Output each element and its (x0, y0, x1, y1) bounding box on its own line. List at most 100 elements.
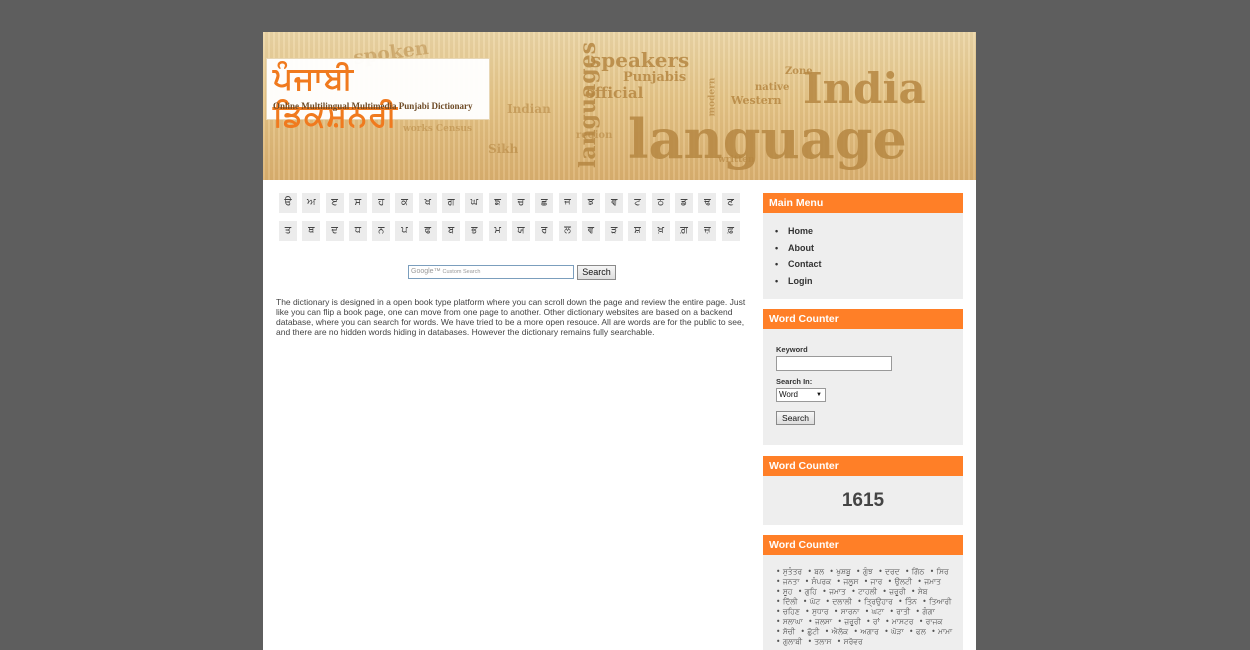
word-link[interactable]: • ਸਰੋਵਰ (837, 637, 863, 646)
alphabet-letter[interactable]: ਤ (279, 221, 297, 241)
alphabet-letter[interactable]: ਫ (418, 221, 437, 241)
word-link[interactable]: • ਘੋੜਾ (884, 627, 903, 636)
word-link[interactable]: • ਗਿੱਠ (905, 567, 924, 576)
word-link[interactable]: • ਛੁੱਟੀ (801, 627, 820, 636)
word-link[interactable]: • ਤਿਆਰੀ (922, 597, 951, 606)
word-link[interactable]: • ਸਾਰਨਾ (834, 607, 859, 616)
alphabet-letter[interactable]: ਅ (302, 193, 321, 213)
word-link[interactable]: • ਗੁਲਾਬੀ (776, 637, 802, 646)
word-link[interactable]: • ਸਲਾਘਾ (776, 617, 803, 626)
alphabet-letter[interactable]: ਖ (418, 193, 437, 213)
word-link[interactable]: • ਸੂਹ (776, 587, 792, 596)
alphabet-letter[interactable]: ਞ (605, 193, 624, 213)
word-link[interactable]: • ਜਲਸਾ (808, 617, 832, 626)
menu-item-contact[interactable]: • Contact (775, 258, 963, 275)
alphabet-letter[interactable]: ਪ (395, 221, 414, 241)
word-link[interactable]: • ਸੁਤੰਤਰ (776, 567, 802, 576)
word-link[interactable]: • ਫਲ (909, 627, 926, 636)
word-link[interactable]: • ਤਲਾਸ (808, 637, 832, 646)
alphabet-letter[interactable]: ੲ (325, 193, 344, 213)
word-link-label: ਗੁੰਝ (862, 567, 873, 576)
alphabet-letter[interactable]: ਜ (558, 193, 577, 213)
word-link[interactable]: • ਗੰਗਾ (916, 607, 935, 616)
site-logo[interactable]: ਪੰਜਾਬੀ ਡਿਕਸ਼ਨਰੀ Online Multilingual Mult… (266, 58, 490, 134)
menu-item-login[interactable]: • Login (775, 275, 963, 292)
word-link[interactable]: • ਰਾਤੀ (889, 607, 910, 616)
word-link[interactable]: • ਦਿੱਲੀ (776, 597, 798, 606)
word-link-label: ਜ਼ਰੂਰੀ (844, 617, 861, 626)
alphabet-letter[interactable]: ਥ (302, 221, 321, 241)
alphabet-letter[interactable]: ਖ਼ (651, 221, 670, 241)
word-link[interactable]: • ਜਮਾਤ (822, 587, 846, 596)
alphabet-letter[interactable]: ੜ (605, 221, 624, 241)
alphabet-letter[interactable]: ਕ (395, 193, 414, 213)
alphabet-letter[interactable]: ੳ (279, 193, 297, 213)
word-link[interactable]: • ਤਿੰਨ (898, 597, 917, 606)
word-link[interactable]: • ਰਾਂ (866, 617, 880, 626)
word-link[interactable]: • ਖੁਸ਼ਬੂ (829, 567, 850, 576)
keyword-input[interactable] (776, 356, 892, 371)
search-in-select[interactable]: Word ▼ (776, 388, 826, 402)
alphabet-letter[interactable]: ਦ (325, 221, 344, 241)
alphabet-letter[interactable]: ਠ (651, 193, 670, 213)
word-link[interactable]: • ਜਾਰ (864, 577, 883, 586)
alphabet-letter[interactable]: ਘ (465, 193, 484, 213)
alphabet-letter[interactable]: ਨ (372, 221, 391, 241)
word-link[interactable]: • ਉਲਟੀ (888, 577, 912, 586)
alphabet-letter[interactable]: ਚ (511, 193, 530, 213)
word-link[interactable]: • ਜ਼ਰੂਰੀ (882, 587, 905, 596)
word-link[interactable]: • ਮਾਮਾ (931, 627, 952, 636)
alphabet-letter[interactable]: ਙ (488, 193, 507, 213)
word-link[interactable]: • ਸੋਚੀ (776, 627, 795, 636)
word-link[interactable]: • ਟਾਹਲੀ (851, 587, 877, 596)
word-link[interactable]: • ਦਲਾਲੀ (826, 597, 852, 606)
search-input[interactable]: Google™ Custom Search (408, 265, 574, 279)
alphabet-letter[interactable]: ਲ (558, 221, 577, 241)
word-link[interactable]: • ਸੰਪਰਕ (805, 577, 831, 586)
word-link[interactable]: • ਗੁੰਝ (856, 567, 873, 576)
alphabet-letter[interactable]: ਗ਼ (675, 221, 694, 241)
alphabet-letter[interactable]: ਗ (442, 193, 461, 213)
word-link[interactable]: • ਗੁਹਿ (798, 587, 817, 596)
word-link[interactable]: • ਤ੍ਰਿਉਹਾਰ (857, 597, 893, 606)
word-link[interactable]: • ਬਲ (807, 567, 824, 576)
word-link[interactable]: • ਸੁਧਾਰ (805, 607, 828, 616)
word-link[interactable]: • ਘਟਾ (865, 607, 884, 616)
word-link[interactable]: • ਚਹਿਣ (776, 607, 800, 616)
word-search-button[interactable]: Search (776, 411, 815, 425)
alphabet-letter[interactable]: ਸ਼ (628, 221, 647, 241)
word-link[interactable]: • ਅਗਾਰ (854, 627, 879, 636)
word-link[interactable]: • ਜਲੂਸ (837, 577, 859, 586)
alphabet-letter[interactable]: ਹ (372, 193, 391, 213)
search-button[interactable]: Search (577, 265, 616, 280)
alphabet-letter[interactable]: ਫ਼ (721, 221, 740, 241)
alphabet-letter[interactable]: ਢ (698, 193, 717, 213)
word-link-label: ਜ਼ਰੂਰੀ (889, 587, 906, 596)
alphabet-letter[interactable]: ਟ (628, 193, 647, 213)
word-link[interactable]: • ਸਿਰ (930, 567, 949, 576)
alphabet-letter[interactable]: ਸ (348, 193, 367, 213)
word-link[interactable]: • ਜਨਤਾ (776, 577, 799, 586)
alphabet-letter[interactable]: ਧ (348, 221, 367, 241)
alphabet-letter[interactable]: ਜ਼ (698, 221, 717, 241)
alphabet-letter[interactable]: ਭ (465, 221, 484, 241)
word-link[interactable]: • ਜਮਾਤ (917, 577, 941, 586)
alphabet-letter[interactable]: ਡ (675, 193, 694, 213)
menu-item-home[interactable]: • Home (775, 225, 963, 242)
alphabet-letter[interactable]: ਝ (581, 193, 600, 213)
word-link[interactable]: • ਮਾਸਟਰ (885, 617, 913, 626)
alphabet-letter[interactable]: ਬ (442, 221, 461, 241)
alphabet-letter[interactable]: ਛ (535, 193, 554, 213)
alphabet-letter[interactable]: ਣ (721, 193, 740, 213)
word-link[interactable]: • ਐਲੋਕ (825, 627, 848, 636)
alphabet-letter[interactable]: ਵ (581, 221, 600, 241)
alphabet-letter[interactable]: ਯ (511, 221, 530, 241)
alphabet-letter[interactable]: ਰ (535, 221, 554, 241)
menu-item-about[interactable]: • About (775, 242, 963, 259)
word-link[interactable]: • ਸੇਬ (911, 587, 928, 596)
alphabet-letter[interactable]: ਮ (488, 221, 507, 241)
word-link[interactable]: • ਘੱਟ (803, 597, 820, 606)
word-link[interactable]: • ਦਰਦ (878, 567, 899, 576)
word-link[interactable]: • ਜ਼ਰੂਰੀ (837, 617, 860, 626)
word-link[interactable]: • ਰਾਜਕ (919, 617, 943, 626)
